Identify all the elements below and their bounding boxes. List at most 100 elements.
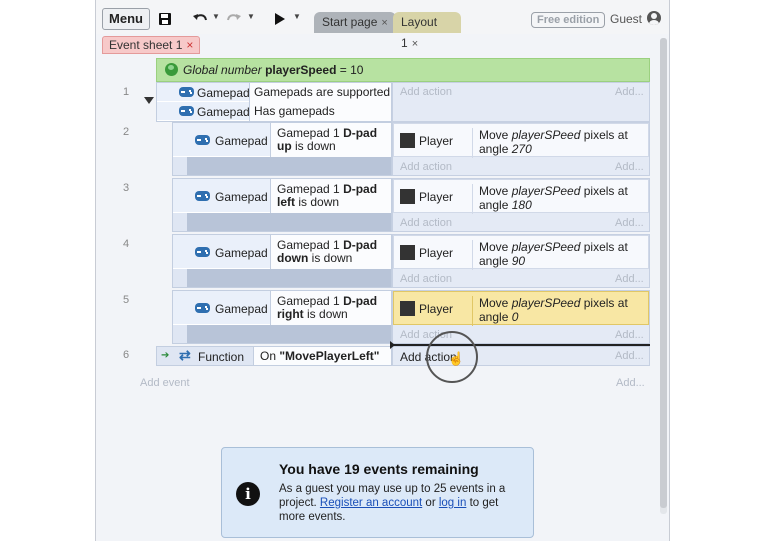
hand-cursor-icon: ☝ (448, 351, 465, 366)
condition-text-post: is down (307, 307, 348, 321)
gamepad-icon (179, 87, 194, 97)
close-icon[interactable]: × (186, 38, 193, 52)
global-variable-row[interactable]: Global number playerSpeed = 10 (156, 58, 650, 82)
add-event-link[interactable]: Add event (140, 377, 190, 389)
undo-icon[interactable] (191, 9, 209, 29)
action-object: Player (419, 190, 454, 204)
collapse-triangle-icon[interactable] (144, 97, 154, 104)
condition-row[interactable]: Gamepad Has gamepads (157, 102, 391, 121)
condition-text: Gamepads are supported (249, 83, 391, 102)
save-icon[interactable] (156, 9, 174, 29)
add-more-link[interactable]: Add... (615, 86, 644, 98)
add-more-link[interactable]: Add... (615, 161, 644, 173)
event-4-conditions[interactable]: Gamepad Gamepad 1 D-pad down is down (172, 234, 392, 288)
event-1-actions[interactable]: Add action Add... (392, 82, 650, 122)
scrollbar-thumb[interactable] (660, 38, 667, 508)
add-action-link[interactable]: Add action (400, 273, 452, 285)
redo-dropdown-icon[interactable]: ▼ (247, 12, 255, 21)
condition-object: Function (198, 350, 245, 364)
user-icon[interactable] (647, 11, 661, 25)
event-2-actions[interactable]: Player Move playerSPeed pixels at angle … (392, 122, 650, 176)
condition-text: On "MovePlayerLeft" (253, 347, 391, 365)
action-text: Move playerSPeed pixels at angle 180 (472, 184, 648, 214)
condition-row[interactable]: Gamepad Gamepad 1 D-pad left is down (173, 179, 391, 213)
event-1-conditions[interactable]: Gamepad Gamepads are supported Gamepad H… (156, 82, 392, 122)
event-3-actions[interactable]: Player Move playerSPeed pixels at angle … (392, 178, 650, 232)
condition-text-pre: Gamepad 1 (277, 294, 340, 308)
event-2-conditions[interactable]: Gamepad Gamepad 1 D-pad up is down (172, 122, 392, 176)
condition-text-post: is down (311, 251, 353, 265)
login-link[interactable]: log in (439, 497, 467, 509)
redo-icon[interactable] (225, 9, 243, 29)
tab-event-sheet[interactable]: Event sheet 1 × (102, 36, 201, 54)
close-icon[interactable]: × (412, 38, 418, 50)
action-text-var: playerSPeed (511, 184, 581, 198)
action-row[interactable]: Player Move playerSPeed pixels at angle … (393, 179, 649, 214)
event-4-actions[interactable]: Player Move playerSPeed pixels at angle … (392, 234, 650, 288)
undo-dropdown-icon[interactable]: ▼ (212, 12, 220, 21)
event-6-conditions[interactable]: ➔ ⇄ Function On "MovePlayerLeft" (156, 346, 392, 366)
player-sprite-icon (400, 245, 415, 260)
event-5-actions[interactable]: Player Move playerSPeed pixels at angle … (392, 290, 650, 344)
condition-text-post: is down (295, 139, 336, 153)
global-var-value: = 10 (339, 63, 364, 77)
add-more-link[interactable]: Add... (616, 377, 645, 389)
condition-object: Gamepad (215, 302, 268, 316)
main-toolbar: Menu ▼ ▼ ▼ Start page × Layout 1 × Free ed… (96, 0, 669, 50)
event-5-conditions[interactable]: Gamepad Gamepad 1 D-pad right is down (172, 290, 392, 344)
add-more-link[interactable]: Add... (615, 217, 644, 229)
condition-add-area[interactable] (187, 157, 391, 175)
event-3-conditions[interactable]: Gamepad Gamepad 1 D-pad left is down (172, 178, 392, 232)
gamepad-icon (195, 303, 210, 313)
action-text-pre: Move (479, 296, 509, 310)
action-object: Player (419, 134, 454, 148)
action-text-angle: 90 (511, 254, 526, 268)
condition-add-area[interactable] (187, 213, 391, 231)
play-dropdown-icon[interactable]: ▼ (293, 12, 301, 21)
globe-icon (165, 63, 178, 76)
close-icon[interactable]: × (381, 17, 387, 29)
free-edition-badge[interactable]: Free edition (531, 12, 606, 28)
action-text-angle: 270 (511, 142, 532, 156)
condition-row[interactable]: Gamepad Gamepads are supported (157, 83, 391, 102)
condition-text-pre: Gamepad 1 (277, 126, 340, 140)
global-var-prefix: Global number (183, 63, 262, 77)
action-row[interactable]: Player Move playerSPeed pixels at angle … (393, 123, 649, 158)
event-number: 2 (122, 126, 130, 138)
play-icon[interactable] (272, 9, 288, 29)
condition-text-post: is down (298, 195, 340, 209)
action-row-selected[interactable]: Player Move playerSPeed pixels at angle … (393, 291, 649, 326)
condition-object: Gamepad (215, 190, 268, 204)
tab-start-page[interactable]: Start page × (314, 12, 396, 33)
condition-row[interactable]: Gamepad Gamepad 1 D-pad up is down (173, 123, 391, 157)
add-action-link[interactable]: Add action (400, 217, 452, 229)
action-row[interactable]: Player Move playerSPeed pixels at angle … (393, 235, 649, 270)
condition-add-area[interactable] (187, 325, 391, 343)
tab-label: Start page (322, 15, 378, 29)
action-text: Move playerSPeed pixels at angle 90 (472, 240, 648, 270)
action-text-angle: 0 (511, 310, 519, 324)
menu-button[interactable]: Menu (102, 8, 150, 30)
add-action-link[interactable]: Add action (400, 86, 452, 98)
condition-row[interactable]: Gamepad Gamepad 1 D-pad down is down (173, 235, 391, 269)
action-text-pre: Move (479, 128, 509, 142)
tab-label: Event sheet 1 (109, 38, 183, 52)
tab-layout[interactable]: Layout 1 × (393, 12, 461, 50)
guest-notice: i You have 19 events remaining As a gues… (221, 447, 534, 538)
add-more-link[interactable]: Add... (615, 329, 644, 341)
action-text-pre: Move (479, 184, 509, 198)
condition-text: Has gamepads (249, 102, 391, 121)
user-name[interactable]: Guest (610, 12, 642, 26)
player-sprite-icon (400, 301, 415, 316)
add-more-link[interactable]: Add... (615, 273, 644, 285)
add-action-link[interactable]: Add action (400, 161, 452, 173)
action-text: Move playerSPeed pixels at angle 270 (472, 128, 648, 158)
notice-title: You have 19 events remaining (279, 461, 479, 477)
condition-add-area[interactable] (187, 269, 391, 287)
condition-text-pre: On (260, 349, 277, 363)
action-text-var: playerSPeed (511, 240, 581, 254)
condition-text: Gamepad 1 D-pad right is down (270, 291, 391, 325)
condition-row[interactable]: Gamepad Gamepad 1 D-pad right is down (173, 291, 391, 325)
add-more-link[interactable]: Add... (615, 350, 644, 362)
register-link[interactable]: Register an account (320, 497, 422, 509)
